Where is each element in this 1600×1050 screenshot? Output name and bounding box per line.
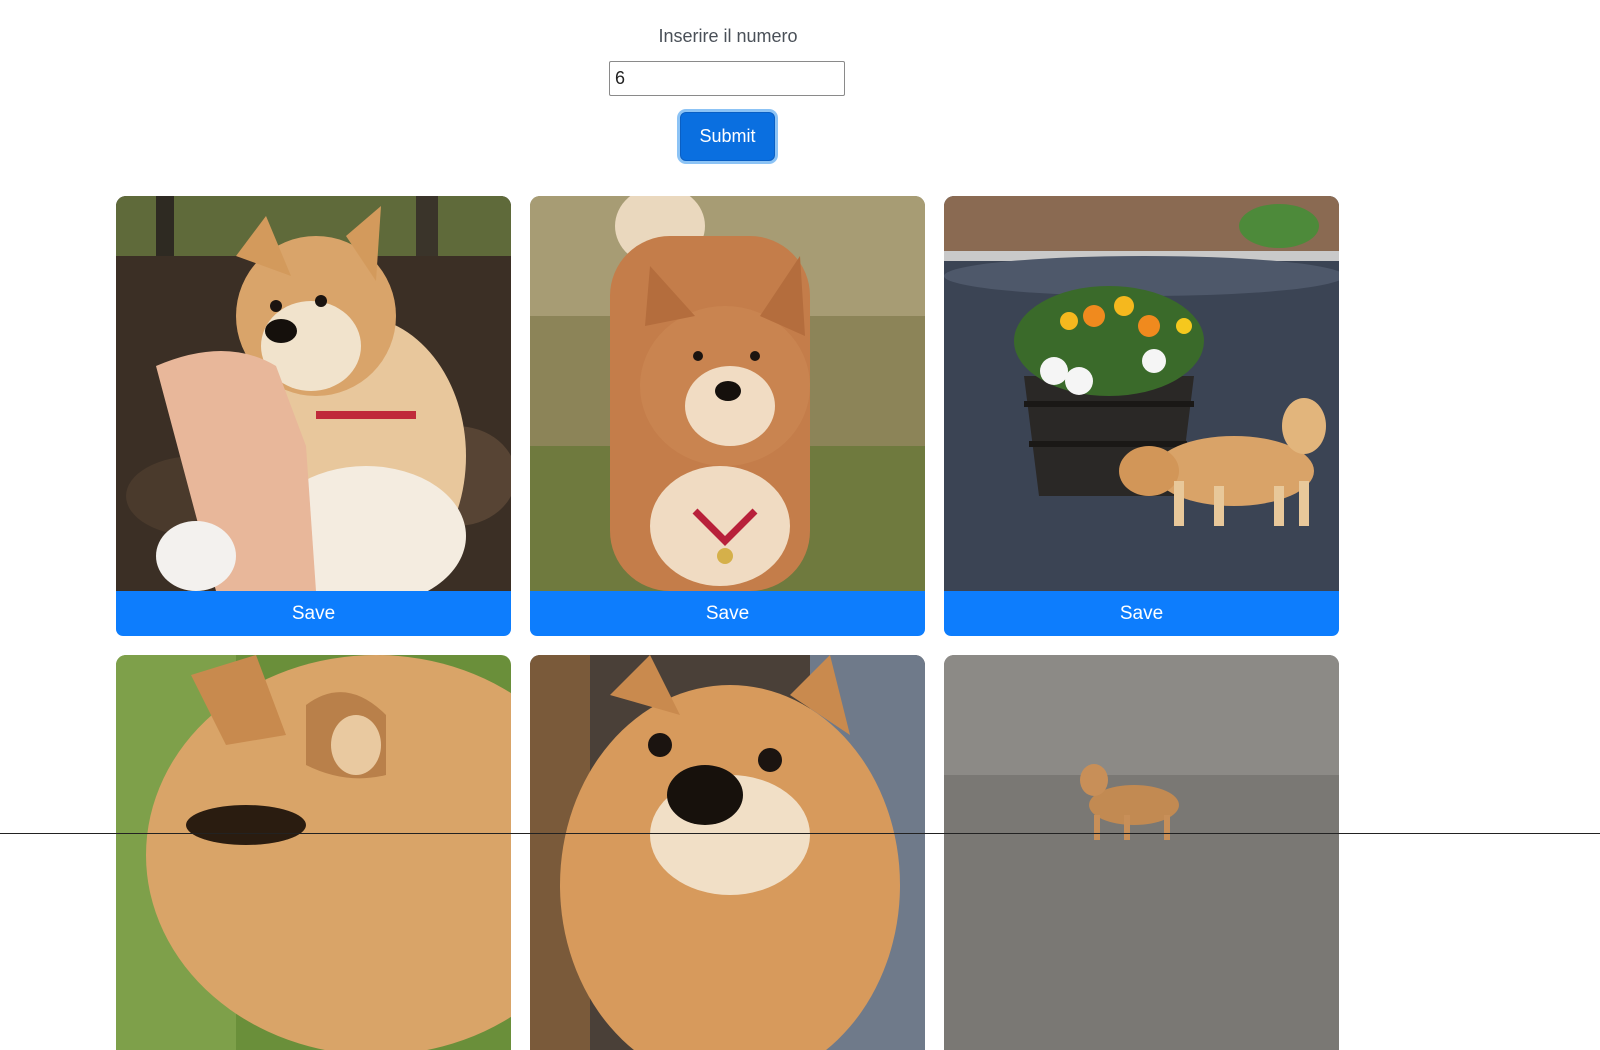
number-label: Inserire il numero bbox=[658, 26, 798, 46]
number-input[interactable] bbox=[609, 61, 845, 96]
save-button[interactable]: Save bbox=[530, 591, 925, 636]
save-button[interactable]: Save bbox=[944, 591, 1339, 636]
dog-photo bbox=[944, 196, 1339, 591]
save-button[interactable]: Save bbox=[116, 591, 511, 636]
dog-photo bbox=[116, 196, 511, 591]
dog-photo bbox=[530, 196, 925, 591]
number-form: Inserire il numero Submit bbox=[0, 0, 1456, 190]
dog-photo bbox=[944, 655, 1339, 1050]
dog-photo bbox=[530, 655, 925, 1050]
dog-photo bbox=[116, 655, 511, 1050]
submit-button[interactable]: Submit bbox=[680, 112, 775, 161]
